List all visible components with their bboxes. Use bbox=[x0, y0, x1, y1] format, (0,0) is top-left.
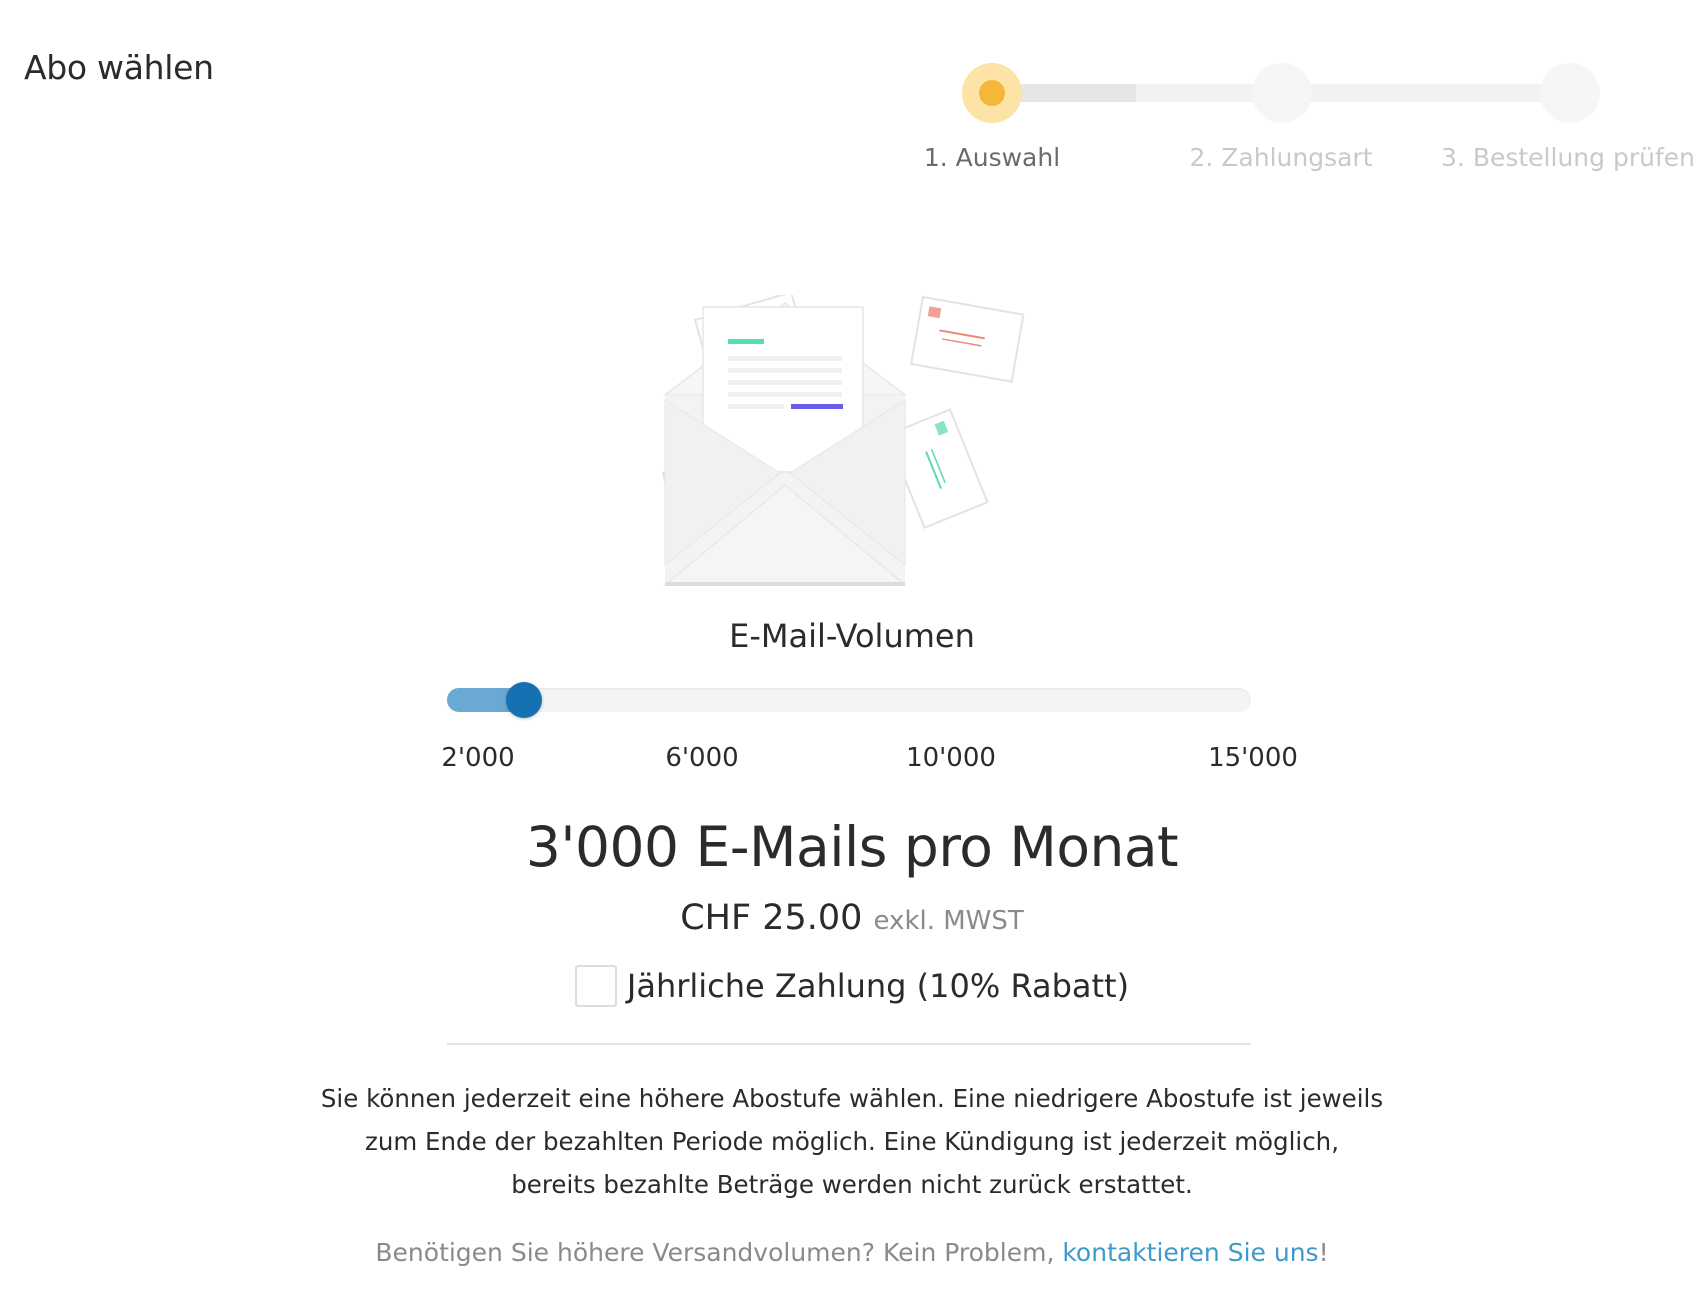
step-2-label: 2. Zahlungsart bbox=[1189, 143, 1373, 172]
subscription-info-text: Sie können jederzeit eine höhere Abostuf… bbox=[320, 1084, 1384, 1199]
slider-tick-label: 10'000 bbox=[906, 743, 996, 773]
step-2-indicator bbox=[1252, 63, 1312, 123]
subscription-page: Abo wählen 1. Auswahl 2. Zahlungsart 3. … bbox=[0, 0, 1704, 1314]
step-1-label: 1. Auswahl bbox=[923, 143, 1061, 172]
page-title: Abo wählen bbox=[24, 48, 214, 87]
mail-envelope-illustration bbox=[655, 291, 1045, 605]
step-3-indicator bbox=[1540, 63, 1600, 123]
contact-us-link[interactable]: kontaktieren Sie uns bbox=[1062, 1238, 1318, 1267]
annual-payment-option[interactable]: Jährliche Zahlung (10% Rabatt) bbox=[0, 965, 1704, 1007]
volume-slider[interactable] bbox=[447, 682, 1251, 718]
annual-payment-checkbox[interactable] bbox=[574, 965, 617, 1007]
annual-payment-label[interactable]: Jährliche Zahlung (10% Rabatt) bbox=[627, 967, 1129, 1005]
slider-tick-label: 2'000 bbox=[441, 743, 515, 773]
contact-line: Benötigen Sie höhere Versandvolumen? Kei… bbox=[0, 1238, 1704, 1267]
price-vat-note: exkl. MWST bbox=[873, 906, 1024, 936]
price-line: CHF 25.00 exkl. MWST bbox=[0, 898, 1704, 938]
slider-tick-label: 6'000 bbox=[665, 743, 739, 773]
volume-title: E-Mail-Volumen bbox=[729, 617, 975, 655]
price-value: CHF 25.00 bbox=[680, 898, 863, 938]
slider-tick-label: 15'000 bbox=[1208, 743, 1298, 773]
contact-prefix: Benötigen Sie höhere Versandvolumen? Kei… bbox=[375, 1238, 1063, 1267]
slider-track[interactable] bbox=[447, 688, 1251, 712]
slider-handle[interactable] bbox=[506, 682, 543, 718]
contact-suffix: ! bbox=[1318, 1238, 1329, 1267]
plan-headline: 3'000 E-Mails pro Monat bbox=[525, 815, 1179, 879]
step-3-label: 3. Bestellung prüfen bbox=[1441, 143, 1695, 172]
divider bbox=[447, 1043, 1251, 1045]
step-1-indicator bbox=[962, 63, 1022, 123]
step-1-dot bbox=[979, 80, 1005, 106]
